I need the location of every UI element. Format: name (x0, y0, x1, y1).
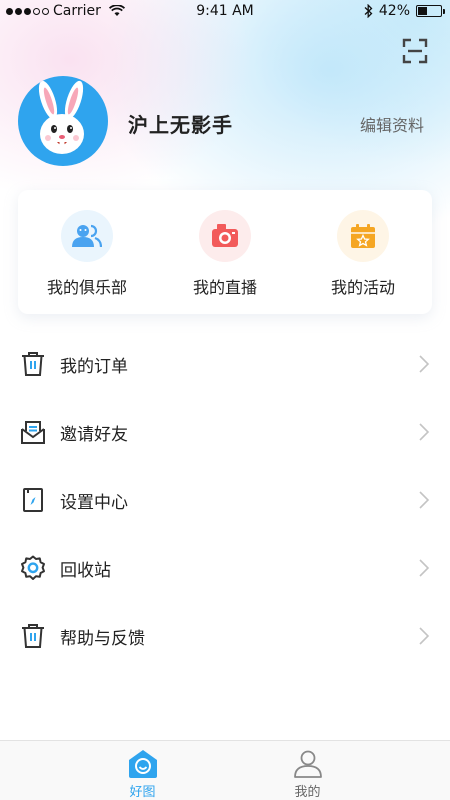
quick-icon-bg (199, 210, 251, 262)
battery-percent: 42% (378, 3, 410, 19)
battery-level-fill (418, 7, 427, 15)
bottom-tab-bar: 好图 我的 (0, 740, 450, 800)
camera-icon (212, 224, 238, 247)
compass-book-icon (23, 488, 43, 512)
calendar-star-icon (351, 224, 375, 248)
battery-group: 42% (364, 3, 445, 19)
menu-item-settings[interactable]: 设置中心 (0, 466, 450, 534)
tab-label: 我的 (294, 785, 321, 800)
menu-item-recycle-bin[interactable]: 回收站 (0, 534, 450, 602)
my-live-button[interactable]: 我的直播 (156, 190, 294, 314)
menu-label: 设置中心 (60, 493, 128, 513)
chevron-right-icon (419, 355, 430, 373)
menu-item-help-feedback[interactable]: 帮助与反馈 (0, 602, 450, 670)
rabbit-icon (38, 80, 84, 154)
edit-profile-link[interactable]: 编辑资料 (360, 112, 424, 136)
status-bar: Carrier 9:41 AM 42% (0, 0, 450, 24)
settings-menu: 我的订单 邀请好友 设置中心 回收站 帮助与反馈 (0, 330, 450, 670)
menu-item-orders[interactable]: 我的订单 (0, 330, 450, 398)
menu-label: 邀请好友 (60, 425, 128, 445)
people-icon (72, 224, 102, 248)
scan-icon[interactable] (402, 38, 428, 64)
mail-icon (21, 421, 45, 444)
my-live-label: 我的直播 (192, 278, 257, 297)
chevron-right-icon (419, 627, 430, 645)
my-club-label: 我的俱乐部 (46, 278, 127, 297)
gear-icon (21, 555, 45, 580)
menu-item-invite[interactable]: 邀请好友 (0, 398, 450, 466)
battery-icon (416, 5, 445, 17)
my-events-button[interactable]: 我的活动 (294, 190, 432, 314)
my-events-label: 我的活动 (330, 278, 395, 297)
user-icon (294, 750, 322, 778)
tab-mine[interactable]: 我的 (195, 741, 420, 800)
chevron-right-icon (419, 559, 430, 577)
my-club-button[interactable]: 我的俱乐部 (18, 190, 156, 314)
quick-actions-card: 我的俱乐部 我的直播 我的活动 (18, 190, 432, 314)
username: 沪上无影手 (128, 113, 233, 137)
quick-icon-bg (61, 210, 113, 262)
menu-label: 回收站 (60, 561, 111, 581)
trash-icon (22, 352, 44, 376)
chevron-right-icon (419, 491, 430, 509)
rabbit-avatar[interactable] (18, 76, 108, 166)
menu-label: 我的订单 (60, 357, 128, 377)
menu-label: 帮助与反馈 (60, 629, 145, 649)
home-smile-icon (129, 750, 157, 778)
chevron-right-icon (419, 423, 430, 441)
trash-icon (22, 624, 44, 648)
quick-icon-bg (337, 210, 389, 262)
bluetooth-icon (364, 4, 373, 18)
profile-screen: Carrier 9:41 AM 42% 沪上无影手 编辑资料 我的俱乐部 我的直… (0, 0, 450, 800)
